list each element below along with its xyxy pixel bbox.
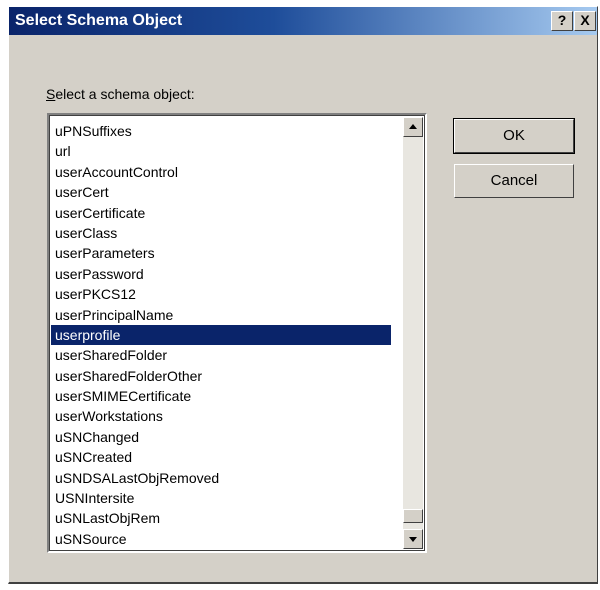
scroll-thumb[interactable] <box>403 509 423 523</box>
list-item[interactable]: userCertificate <box>51 203 391 223</box>
list-item[interactable]: userPKCS12 <box>51 284 391 304</box>
list-item[interactable]: userSharedFolderOther <box>51 366 391 386</box>
schema-object-list[interactable]: uPNSuffixes url userAccountControl userCert… <box>47 113 427 553</box>
list-item[interactable]: userSharedFolder <box>51 345 391 365</box>
cancel-button[interactable]: Cancel <box>454 164 574 198</box>
list-item[interactable]: USNIntersite <box>51 488 391 508</box>
help-icon: ? <box>557 12 567 28</box>
list-item[interactable]: userSMIMECertificate <box>51 386 391 406</box>
list-item[interactable]: userPrincipalName <box>51 305 391 325</box>
list-item[interactable]: uSNChanged <box>51 427 391 447</box>
list-item[interactable]: userCert <box>51 182 391 202</box>
ok-button[interactable]: OK <box>453 118 575 154</box>
list-item[interactable]: userWorkstations <box>51 406 391 426</box>
list-item[interactable]: uPNSuffixes <box>51 121 391 141</box>
arrow-down-icon <box>409 537 417 542</box>
select-object-label-text: elect a schema object: <box>55 86 195 102</box>
list-item[interactable]: userPassword <box>51 264 391 284</box>
list-item[interactable]: url <box>51 141 391 161</box>
close-button[interactable]: X <box>574 11 596 31</box>
window-title: Select Schema Object <box>15 12 183 29</box>
list-item[interactable]: uSNLastObjRem <box>51 508 391 528</box>
scroll-up-button[interactable] <box>403 117 423 137</box>
select-object-label: Select a schema object: <box>46 86 195 102</box>
close-icon: X <box>580 12 590 28</box>
list-item[interactable]: uSNSource <box>51 529 391 549</box>
scroll-down-button[interactable] <box>403 529 423 549</box>
list-item[interactable]: userParameters <box>51 243 391 263</box>
help-button[interactable]: ? <box>551 11 573 31</box>
list-item[interactable]: userClass <box>51 223 391 243</box>
list-item[interactable]: userprofile <box>51 324 391 346</box>
select-schema-object-dialog: Select Schema Object ? X Select a schema… <box>8 6 598 584</box>
list-item[interactable]: userAccountControl <box>51 162 391 182</box>
title-bar[interactable]: Select Schema Object ? X <box>9 7 597 35</box>
schema-object-items: uPNSuffixes url userAccountControl userCert… <box>51 121 391 549</box>
arrow-up-icon <box>409 124 417 129</box>
select-object-label-accel: S <box>46 86 56 102</box>
list-item[interactable]: uSNDSALastObjRemoved <box>51 468 391 488</box>
vertical-scrollbar[interactable] <box>403 117 423 549</box>
list-item[interactable]: uSNCreated <box>51 447 391 467</box>
